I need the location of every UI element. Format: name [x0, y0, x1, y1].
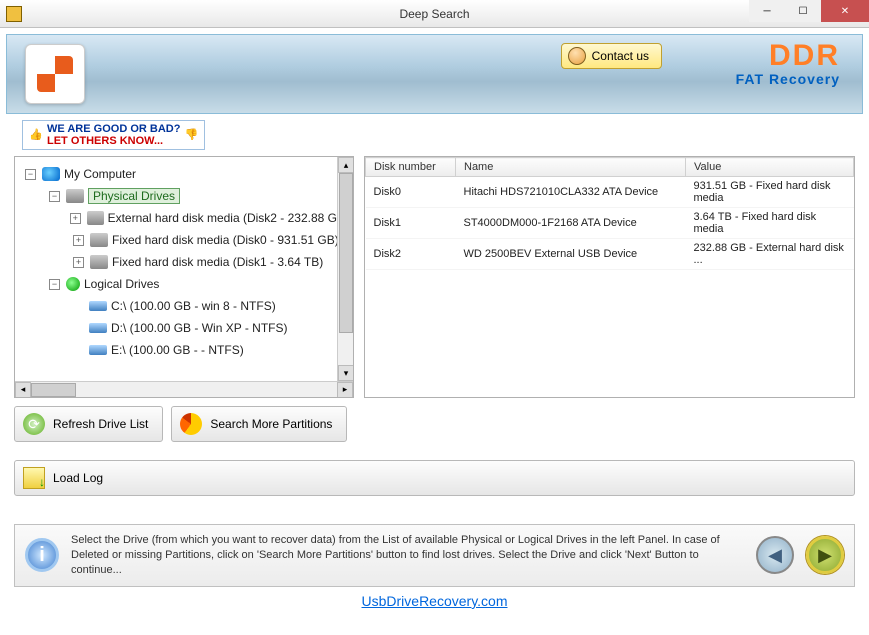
- tree-item-label: Fixed hard disk media (Disk0 - 931.51 GB…: [112, 233, 339, 247]
- scroll-thumb[interactable]: [31, 383, 76, 397]
- table-row[interactable]: Disk1 ST4000DM000-1F2168 ATA Device 3.64…: [366, 208, 854, 239]
- info-text: Select the Drive (from which you want to…: [71, 533, 744, 578]
- feedback-line2: LET OTHERS KNOW...: [47, 135, 163, 147]
- col-name[interactable]: Name: [456, 158, 686, 177]
- refresh-drive-list-button[interactable]: ⟳ Refresh Drive List: [14, 406, 163, 442]
- scroll-right-icon[interactable]: ▸: [337, 382, 353, 398]
- disk-table-panel: Disk number Name Value Disk0 Hitachi HDS…: [364, 156, 855, 398]
- tree-item[interactable]: + External hard disk media (Disk2 - 232.…: [19, 207, 349, 229]
- scroll-down-icon[interactable]: ▾: [338, 365, 354, 381]
- load-log-button[interactable]: Load Log: [14, 460, 855, 496]
- tree-item-label: External hard disk media (Disk2 - 232.88…: [108, 211, 349, 225]
- contact-label: Contact us: [592, 49, 649, 63]
- cell-disknumber: Disk2: [366, 239, 456, 270]
- partition-icon: [89, 345, 107, 355]
- info-icon: i: [25, 538, 59, 572]
- vertical-scrollbar[interactable]: ▴ ▾: [337, 157, 353, 381]
- drive-icon: [87, 211, 104, 225]
- button-label: Refresh Drive List: [53, 417, 148, 431]
- tree-item[interactable]: + Fixed hard disk media (Disk0 - 931.51 …: [19, 229, 349, 251]
- tree-selected-label: Physical Drives: [88, 188, 180, 204]
- tree-logical-label: Logical Drives: [84, 277, 159, 291]
- tree-item[interactable]: + Fixed hard disk media (Disk1 - 3.64 TB…: [19, 251, 349, 273]
- tree-item-label: C:\ (100.00 GB - win 8 - NTFS): [111, 299, 276, 313]
- button-label: Search More Partitions: [210, 417, 332, 431]
- scroll-thumb[interactable]: [339, 173, 353, 333]
- feedback-line1: WE ARE GOOD OR BAD?: [47, 123, 180, 135]
- back-button[interactable]: ◀: [756, 536, 794, 574]
- collapse-icon[interactable]: −: [49, 279, 60, 290]
- tree-item[interactable]: C:\ (100.00 GB - win 8 - NTFS): [19, 295, 349, 317]
- tree-item-label: D:\ (100.00 GB - Win XP - NTFS): [111, 321, 287, 335]
- tree-item-label: E:\ (100.00 GB - - NTFS): [111, 343, 244, 357]
- drive-icon: [90, 255, 108, 269]
- table-row[interactable]: Disk2 WD 2500BEV External USB Device 232…: [366, 239, 854, 270]
- drive-icon: [90, 233, 108, 247]
- titlebar: Deep Search ─ ☐ ✕: [0, 0, 869, 28]
- table-row[interactable]: Disk0 Hitachi HDS721010CLA332 ATA Device…: [366, 177, 854, 208]
- globe-icon: [66, 277, 80, 291]
- search-more-partitions-button[interactable]: Search More Partitions: [171, 406, 347, 442]
- cell-name: Hitachi HDS721010CLA332 ATA Device: [456, 177, 686, 208]
- collapse-icon[interactable]: −: [25, 169, 36, 180]
- cell-name: ST4000DM000-1F2168 ATA Device: [456, 208, 686, 239]
- footer-link[interactable]: UsbDriveRecovery.com: [0, 593, 869, 609]
- brand-subtitle: FAT Recovery: [736, 71, 840, 87]
- scroll-left-icon[interactable]: ◂: [15, 382, 31, 398]
- cell-value: 3.64 TB - Fixed hard disk media: [686, 208, 854, 239]
- person-icon: [568, 47, 586, 65]
- tree-root-label: My Computer: [64, 167, 136, 181]
- cell-value: 232.88 GB - External hard disk ...: [686, 239, 854, 270]
- expand-icon[interactable]: +: [73, 257, 84, 268]
- drive-tree-panel: − My Computer − Physical Drives + Extern…: [14, 156, 354, 398]
- cell-disknumber: Disk0: [366, 177, 456, 208]
- partition-icon: [89, 323, 107, 333]
- brand-block: DDR FAT Recovery: [736, 39, 840, 87]
- maximize-button[interactable]: ☐: [785, 0, 821, 22]
- button-label: Load Log: [53, 471, 103, 485]
- tree-physical-group[interactable]: − Physical Drives: [19, 185, 349, 207]
- collapse-icon[interactable]: −: [49, 191, 60, 202]
- expand-icon[interactable]: +: [70, 213, 81, 224]
- window-title: Deep Search: [0, 7, 869, 21]
- drive-icon: [66, 189, 84, 203]
- col-disknumber[interactable]: Disk number: [366, 158, 456, 177]
- tree-item-label: Fixed hard disk media (Disk1 - 3.64 TB): [112, 255, 323, 269]
- computer-icon: [42, 167, 60, 181]
- partition-icon: [89, 301, 107, 311]
- scroll-up-icon[interactable]: ▴: [338, 157, 354, 173]
- contact-us-button[interactable]: Contact us: [561, 43, 662, 69]
- info-bar: i Select the Drive (from which you want …: [14, 524, 855, 587]
- app-logo: [25, 44, 85, 104]
- expand-icon[interactable]: +: [73, 235, 84, 246]
- tree-logical-group[interactable]: − Logical Drives: [19, 273, 349, 295]
- tree-item[interactable]: D:\ (100.00 GB - Win XP - NTFS): [19, 317, 349, 339]
- table-header-row: Disk number Name Value: [366, 158, 854, 177]
- feedback-banner[interactable]: 👍 WE ARE GOOD OR BAD? LET OTHERS KNOW...…: [22, 120, 205, 150]
- header-banner: Contact us DDR FAT Recovery: [6, 34, 863, 114]
- brand-name: DDR: [736, 39, 840, 73]
- minimize-button[interactable]: ─: [749, 0, 785, 22]
- cell-name: WD 2500BEV External USB Device: [456, 239, 686, 270]
- tree-item[interactable]: E:\ (100.00 GB - - NTFS): [19, 339, 349, 361]
- next-button[interactable]: ▶: [806, 536, 844, 574]
- cell-disknumber: Disk1: [366, 208, 456, 239]
- thumbs-up-icon: 👍: [29, 128, 43, 142]
- thumbs-down-icon: 👎: [184, 128, 198, 142]
- cell-value: 931.51 GB - Fixed hard disk media: [686, 177, 854, 208]
- log-file-icon: [23, 467, 45, 489]
- pie-chart-icon: [180, 413, 202, 435]
- col-value[interactable]: Value: [686, 158, 854, 177]
- refresh-icon: ⟳: [23, 413, 45, 435]
- close-button[interactable]: ✕: [821, 0, 869, 22]
- horizontal-scrollbar[interactable]: ◂ ▸: [15, 381, 353, 397]
- tree-root[interactable]: − My Computer: [19, 163, 349, 185]
